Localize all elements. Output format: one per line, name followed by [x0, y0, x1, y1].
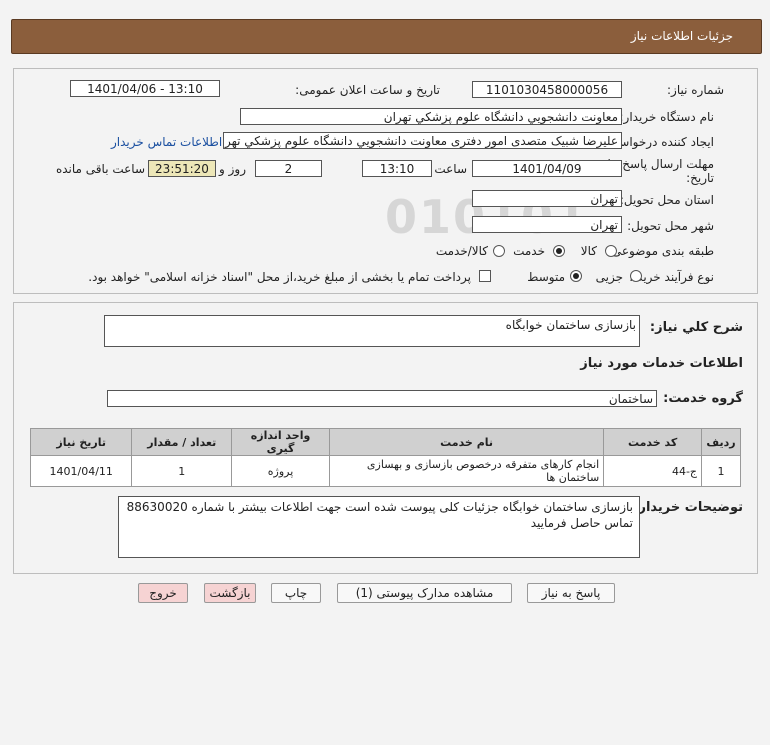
exit-button[interactable]: خروج	[138, 583, 188, 603]
print-button[interactable]: چاپ	[271, 583, 321, 603]
category-label: طبقه بندی موضوعی:	[607, 244, 714, 258]
need-number-field: 1101030458000056	[472, 81, 622, 98]
buyer-notes-field: بازسازی ساختمان خوابگاه جزئیات کلی پیوست…	[118, 496, 640, 558]
announce-field: 1401/04/06 - 13:10	[70, 80, 220, 97]
service-group-label: گروه خدمت:	[663, 391, 743, 406]
city-field: تهران	[472, 216, 622, 233]
buyer-org-field: معاونت دانشجويي دانشگاه علوم پزشکي تهران	[240, 108, 622, 125]
treasury-checkbox[interactable]	[479, 270, 491, 282]
announce-label: تاریخ و ساعت اعلان عمومی:	[295, 83, 440, 97]
deadline-label: مهلت ارسال پاسخ: تا تاریخ:	[607, 157, 714, 185]
process-minor-radio[interactable]	[630, 270, 642, 282]
services-table: ردیف کد خدمت نام خدمت واحد اندازه گیری ت…	[29, 428, 741, 487]
deadline-time-label: ساعت	[434, 162, 467, 176]
page-title: جزئیات اطلاعات نیاز	[630, 29, 733, 43]
reply-button[interactable]: پاسخ به نیاز	[527, 583, 615, 603]
deadline-time-field: 13:10	[362, 160, 432, 177]
col-qty: تعداد / مقدار	[131, 428, 233, 456]
cell-qty: 1	[131, 455, 233, 487]
category-both-label: کالا/خدمت	[435, 244, 488, 258]
process-minor-label: جزیی	[595, 270, 623, 284]
col-name: نام خدمت	[328, 428, 605, 456]
col-row: ردیف	[701, 428, 741, 456]
summary-label: شرح كلي نياز:	[649, 320, 743, 335]
category-service-radio[interactable]	[553, 245, 565, 257]
buyer-notes-label: توضیحات خریدار:	[633, 500, 743, 515]
col-unit: واحد اندازه گیری	[231, 428, 330, 456]
remaining-label: ساعت باقی مانده	[55, 162, 145, 176]
treasury-note: پرداخت تمام یا بخشی از مبلغ خرید،از محل …	[88, 270, 471, 284]
category-goods-label: کالا	[580, 244, 597, 258]
province-label: استان محل تحویل:	[619, 193, 714, 207]
process-medium-radio[interactable]	[570, 270, 582, 282]
summary-field: بازسازی ساختمان خوابگاه	[104, 315, 640, 347]
days-label: روز و	[219, 162, 246, 176]
cell-unit: پروژه	[231, 455, 330, 487]
remaining-time-field: 23:51:20	[148, 160, 216, 177]
buyer-org-label: نام دستگاه خریدار:	[619, 110, 715, 124]
table-row: 1 ج-44 انجام کارهای متفرقه درخصوص بازساز…	[29, 455, 741, 487]
attachments-button[interactable]: مشاهده مدارک پیوستی (1)	[337, 583, 512, 603]
province-field: تهران	[472, 190, 622, 207]
city-label: شهر محل تحویل:	[627, 219, 714, 233]
need-number-label: شماره نیاز:	[667, 83, 724, 97]
col-date: تاریخ نیاز	[29, 428, 133, 456]
cell-code: ج-44	[603, 455, 703, 487]
service-group-field: ساختمان	[107, 390, 657, 407]
title-bar: جزئیات اطلاعات نیاز	[11, 19, 762, 54]
col-code: کد خدمت	[603, 428, 703, 456]
requester-field: عليرضا شبيک متصدی امور دفتری معاونت دانش…	[223, 132, 622, 149]
cell-row: 1	[701, 455, 741, 487]
days-field: 2	[255, 160, 322, 177]
cell-name: انجام کارهای متفرقه درخصوص بازسازی و بهس…	[328, 455, 605, 487]
cell-date: 1401/04/11	[29, 455, 133, 487]
deadline-date-field: 1401/04/09	[472, 160, 622, 177]
process-medium-label: متوسط	[527, 270, 565, 284]
category-goods-radio[interactable]	[605, 245, 617, 257]
buyer-contact-link[interactable]: اطلاعات تماس خریدار	[111, 135, 222, 149]
services-heading: اطلاعات خدمات مورد نیاز	[580, 356, 743, 371]
category-service-label: خدمت	[513, 244, 545, 258]
category-both-radio[interactable]	[493, 245, 505, 257]
back-button[interactable]: بازگشت	[204, 583, 256, 603]
